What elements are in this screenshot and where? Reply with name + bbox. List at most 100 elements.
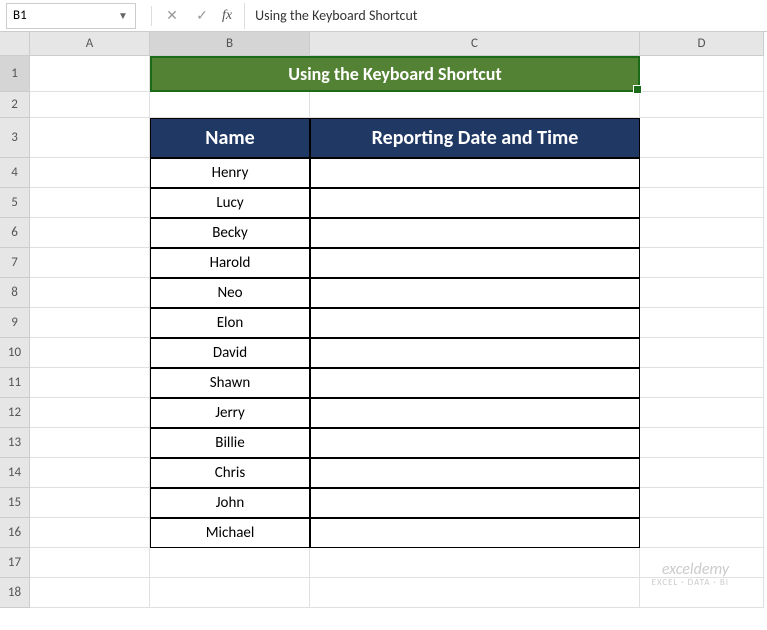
col-header-B[interactable]: B	[150, 32, 310, 56]
select-all-corner[interactable]	[0, 32, 30, 56]
cell-D10[interactable]	[640, 338, 764, 368]
cell-D2[interactable]	[640, 92, 764, 118]
row-header-17[interactable]: 17	[0, 548, 30, 578]
confirm-icon[interactable]: ✓	[192, 7, 212, 24]
name-cell[interactable]: Lucy	[150, 188, 310, 218]
row-header-8[interactable]: 8	[0, 278, 30, 308]
row-header-1[interactable]: 1	[0, 56, 30, 92]
cell-D6[interactable]	[640, 218, 764, 248]
row-header-15[interactable]: 15	[0, 488, 30, 518]
datetime-cell[interactable]	[310, 398, 640, 428]
datetime-cell[interactable]	[310, 248, 640, 278]
row-header-16[interactable]: 16	[0, 518, 30, 548]
row-header-9[interactable]: 9	[0, 308, 30, 338]
cell-A17[interactable]	[30, 548, 150, 578]
cell-A13[interactable]	[30, 428, 150, 458]
cell-A18[interactable]	[30, 578, 150, 608]
cell-C2[interactable]	[310, 92, 640, 118]
row-header-7[interactable]: 7	[0, 248, 30, 278]
cell-B17[interactable]	[150, 548, 310, 578]
cell-D14[interactable]	[640, 458, 764, 488]
cell-A5[interactable]	[30, 188, 150, 218]
cell-D4[interactable]	[640, 158, 764, 188]
name-cell[interactable]: John	[150, 488, 310, 518]
row-header-6[interactable]: 6	[0, 218, 30, 248]
row-header-10[interactable]: 10	[0, 338, 30, 368]
cell-D12[interactable]	[640, 398, 764, 428]
cell-D8[interactable]	[640, 278, 764, 308]
cell-A16[interactable]	[30, 518, 150, 548]
datetime-cell[interactable]	[310, 518, 640, 548]
cell-D5[interactable]	[640, 188, 764, 218]
cell-A6[interactable]	[30, 218, 150, 248]
cell-A15[interactable]	[30, 488, 150, 518]
datetime-cell[interactable]	[310, 158, 640, 188]
cell-C17[interactable]	[310, 548, 640, 578]
row-header-3[interactable]: 3	[0, 118, 30, 158]
col-header-C[interactable]: C	[310, 32, 640, 56]
header-name[interactable]: Name	[150, 118, 310, 158]
cell-A10[interactable]	[30, 338, 150, 368]
row-header-18[interactable]: 18	[0, 578, 30, 608]
datetime-cell[interactable]	[310, 488, 640, 518]
col-header-A[interactable]: A	[30, 32, 150, 56]
name-cell[interactable]: David	[150, 338, 310, 368]
row-header-12[interactable]: 12	[0, 398, 30, 428]
cell-A11[interactable]	[30, 368, 150, 398]
cell-A12[interactable]	[30, 398, 150, 428]
name-cell[interactable]: Harold	[150, 248, 310, 278]
cell-D13[interactable]	[640, 428, 764, 458]
cell-A3[interactable]	[30, 118, 150, 158]
cell-C18[interactable]	[310, 578, 640, 608]
chevron-down-icon[interactable]: ▼	[117, 9, 129, 22]
fx-icon[interactable]: fx	[222, 8, 232, 24]
name-box[interactable]: B1 ▼	[6, 3, 136, 29]
row-header-13[interactable]: 13	[0, 428, 30, 458]
name-cell[interactable]: Jerry	[150, 398, 310, 428]
cell-A9[interactable]	[30, 308, 150, 338]
cell-A7[interactable]	[30, 248, 150, 278]
header-datetime[interactable]: Reporting Date and Time	[310, 118, 640, 158]
name-cell[interactable]: Michael	[150, 518, 310, 548]
formula-input[interactable]: Using the Keyboard Shortcut	[244, 3, 767, 29]
cells-area: Using the Keyboard Shortcut Name Reporti…	[30, 56, 764, 608]
name-cell[interactable]: Neo	[150, 278, 310, 308]
row-header-4[interactable]: 4	[0, 158, 30, 188]
col-header-D[interactable]: D	[640, 32, 764, 56]
name-cell[interactable]: Becky	[150, 218, 310, 248]
cell-D9[interactable]	[640, 308, 764, 338]
datetime-cell[interactable]	[310, 188, 640, 218]
cell-D16[interactable]	[640, 518, 764, 548]
name-cell[interactable]: Shawn	[150, 368, 310, 398]
row-header-14[interactable]: 14	[0, 458, 30, 488]
datetime-cell[interactable]	[310, 218, 640, 248]
datetime-cell[interactable]	[310, 338, 640, 368]
cell-A8[interactable]	[30, 278, 150, 308]
cancel-icon[interactable]: ✕	[162, 7, 182, 24]
name-cell[interactable]: Billie	[150, 428, 310, 458]
cell-A4[interactable]	[30, 158, 150, 188]
row-header-2[interactable]: 2	[0, 92, 30, 118]
row-header-5[interactable]: 5	[0, 188, 30, 218]
name-cell[interactable]: Henry	[150, 158, 310, 188]
cell-D11[interactable]	[640, 368, 764, 398]
cell-B2[interactable]	[150, 92, 310, 118]
cell-A1[interactable]	[30, 56, 150, 92]
cell-D15[interactable]	[640, 488, 764, 518]
cell-A2[interactable]	[30, 92, 150, 118]
datetime-cell[interactable]	[310, 458, 640, 488]
datetime-cell[interactable]	[310, 278, 640, 308]
row-header-11[interactable]: 11	[0, 368, 30, 398]
datetime-cell[interactable]	[310, 428, 640, 458]
title-cell[interactable]: Using the Keyboard Shortcut	[150, 56, 640, 92]
name-cell[interactable]: Chris	[150, 458, 310, 488]
datetime-cell[interactable]	[310, 368, 640, 398]
cell-A14[interactable]	[30, 458, 150, 488]
row-headers: 1 2 3 4 5 6 7 8 9 10 11 12 13 14 15 16 1…	[0, 56, 30, 608]
name-cell[interactable]: Elon	[150, 308, 310, 338]
cell-D3[interactable]	[640, 118, 764, 158]
cell-D1[interactable]	[640, 56, 764, 92]
datetime-cell[interactable]	[310, 308, 640, 338]
cell-B18[interactable]	[150, 578, 310, 608]
cell-D7[interactable]	[640, 248, 764, 278]
